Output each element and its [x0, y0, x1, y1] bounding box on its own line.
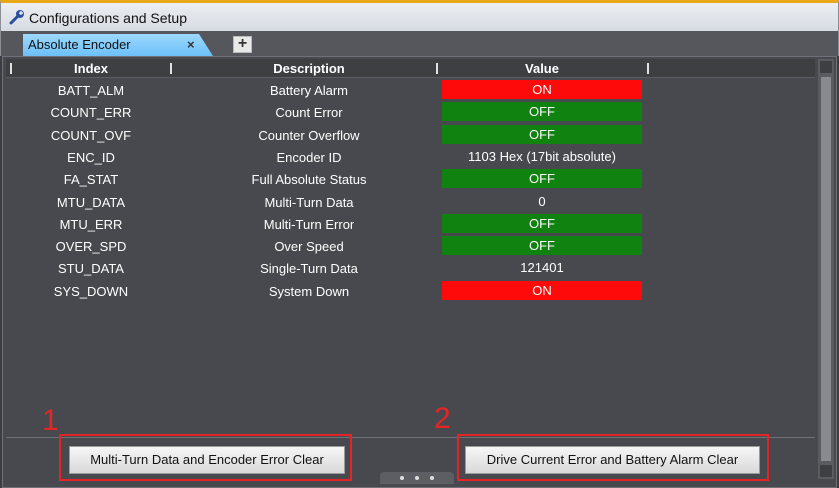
- cell-index: BATT_ALM: [57, 83, 125, 98]
- status-badge: OFF: [442, 213, 642, 233]
- status-badge: ON: [442, 280, 642, 300]
- cell-description: Single-Turn Data: [260, 261, 358, 277]
- table-header: Index Description Value: [6, 59, 815, 78]
- table-row[interactable]: COUNT_OVF Counter Overflow OFF: [6, 124, 815, 147]
- cell-index: COUNT_ERR: [50, 105, 132, 121]
- cell-description: System Down: [268, 283, 350, 299]
- multi-turn-data-encoder-error-clear-button[interactable]: Multi-Turn Data and Encoder Error Clear: [69, 446, 345, 474]
- cell-description: Battery Alarm: [269, 83, 349, 98]
- cell-index: MTU_ERR: [59, 216, 123, 232]
- cell-description: Count Error: [275, 105, 343, 121]
- tab-label: Absolute Encoder: [28, 37, 131, 52]
- cell-index: OVER_SPD: [55, 239, 127, 255]
- cell-description: Full Absolute Status: [251, 172, 367, 188]
- cell-index: SYS_DOWN: [53, 283, 129, 299]
- cell-description: Multi-Turn Data: [264, 194, 354, 210]
- column-header-description[interactable]: Description: [176, 61, 442, 76]
- tab-strip: Absolute Encoder × +: [0, 31, 839, 56]
- column-separator[interactable]: [436, 63, 438, 74]
- scroll-up-icon[interactable]: [820, 61, 832, 73]
- add-tab-button[interactable]: +: [233, 36, 252, 53]
- encoder-panel: Index Description Value BATT_ALM Battery …: [2, 56, 837, 488]
- vertical-scrollbar[interactable]: [818, 59, 834, 479]
- cell-index: FA_STAT: [63, 172, 119, 188]
- table-row[interactable]: BATT_ALM Battery Alarm ON: [6, 80, 815, 102]
- status-badge: OFF: [442, 236, 642, 256]
- cell-index: MTU_DATA: [56, 194, 126, 210]
- window-title: Configurations and Setup: [29, 10, 187, 26]
- drive-current-error-battery-alarm-clear-button[interactable]: Drive Current Error and Battery Alarm Cl…: [465, 446, 760, 474]
- cell-description: Counter Overflow: [258, 127, 360, 143]
- cell-description: Over Speed: [274, 239, 344, 255]
- table-row[interactable]: MTU_ERR Multi-Turn Error OFF: [6, 213, 815, 236]
- cell-value: 1103 Hex (17bit absolute): [468, 148, 616, 164]
- cell-index: COUNT_OVF: [50, 127, 132, 143]
- column-header-index[interactable]: Index: [6, 61, 176, 76]
- scroll-down-icon[interactable]: [820, 465, 832, 477]
- scroll-thumb[interactable]: [821, 77, 831, 461]
- cell-value: 0: [538, 193, 546, 209]
- table-row[interactable]: FA_STAT Full Absolute Status OFF: [6, 169, 815, 191]
- cell-index: STU_DATA: [58, 261, 124, 277]
- cell-index: ENC_ID: [67, 149, 115, 165]
- status-badge: OFF: [442, 169, 642, 189]
- callout-number-2: 2: [434, 402, 451, 435]
- table-row[interactable]: SYS_DOWN System Down ON: [6, 280, 815, 303]
- status-badge: OFF: [442, 124, 642, 144]
- table-row[interactable]: MTU_DATA Multi-Turn Data 0: [6, 192, 815, 214]
- table-row[interactable]: COUNT_ERR Count Error OFF: [6, 102, 815, 124]
- encoder-table: Index Description Value BATT_ALM Battery …: [6, 59, 815, 437]
- close-icon[interactable]: ×: [187, 37, 195, 52]
- table-row[interactable]: STU_DATA Single-Turn Data 121401: [6, 258, 815, 280]
- cell-description: Encoder ID: [276, 149, 342, 165]
- callout-number-1: 1: [42, 404, 59, 437]
- wrench-icon: [9, 10, 24, 25]
- window-titlebar: Configurations and Setup: [0, 0, 839, 31]
- table-row[interactable]: ENC_ID Encoder ID 1103 Hex (17bit absolute…: [6, 147, 815, 169]
- status-badge: ON: [442, 80, 642, 99]
- column-header-value[interactable]: Value: [442, 61, 642, 76]
- table-row[interactable]: OVER_SPD Over Speed OFF: [6, 236, 815, 258]
- cell-description: Multi-Turn Error: [263, 216, 355, 232]
- column-separator[interactable]: [647, 63, 649, 74]
- resize-grip[interactable]: [380, 472, 454, 484]
- column-separator[interactable]: [170, 63, 172, 74]
- cell-value: 121401: [520, 260, 564, 276]
- tab-absolute-encoder[interactable]: Absolute Encoder ×: [23, 34, 213, 56]
- status-badge: OFF: [442, 102, 642, 122]
